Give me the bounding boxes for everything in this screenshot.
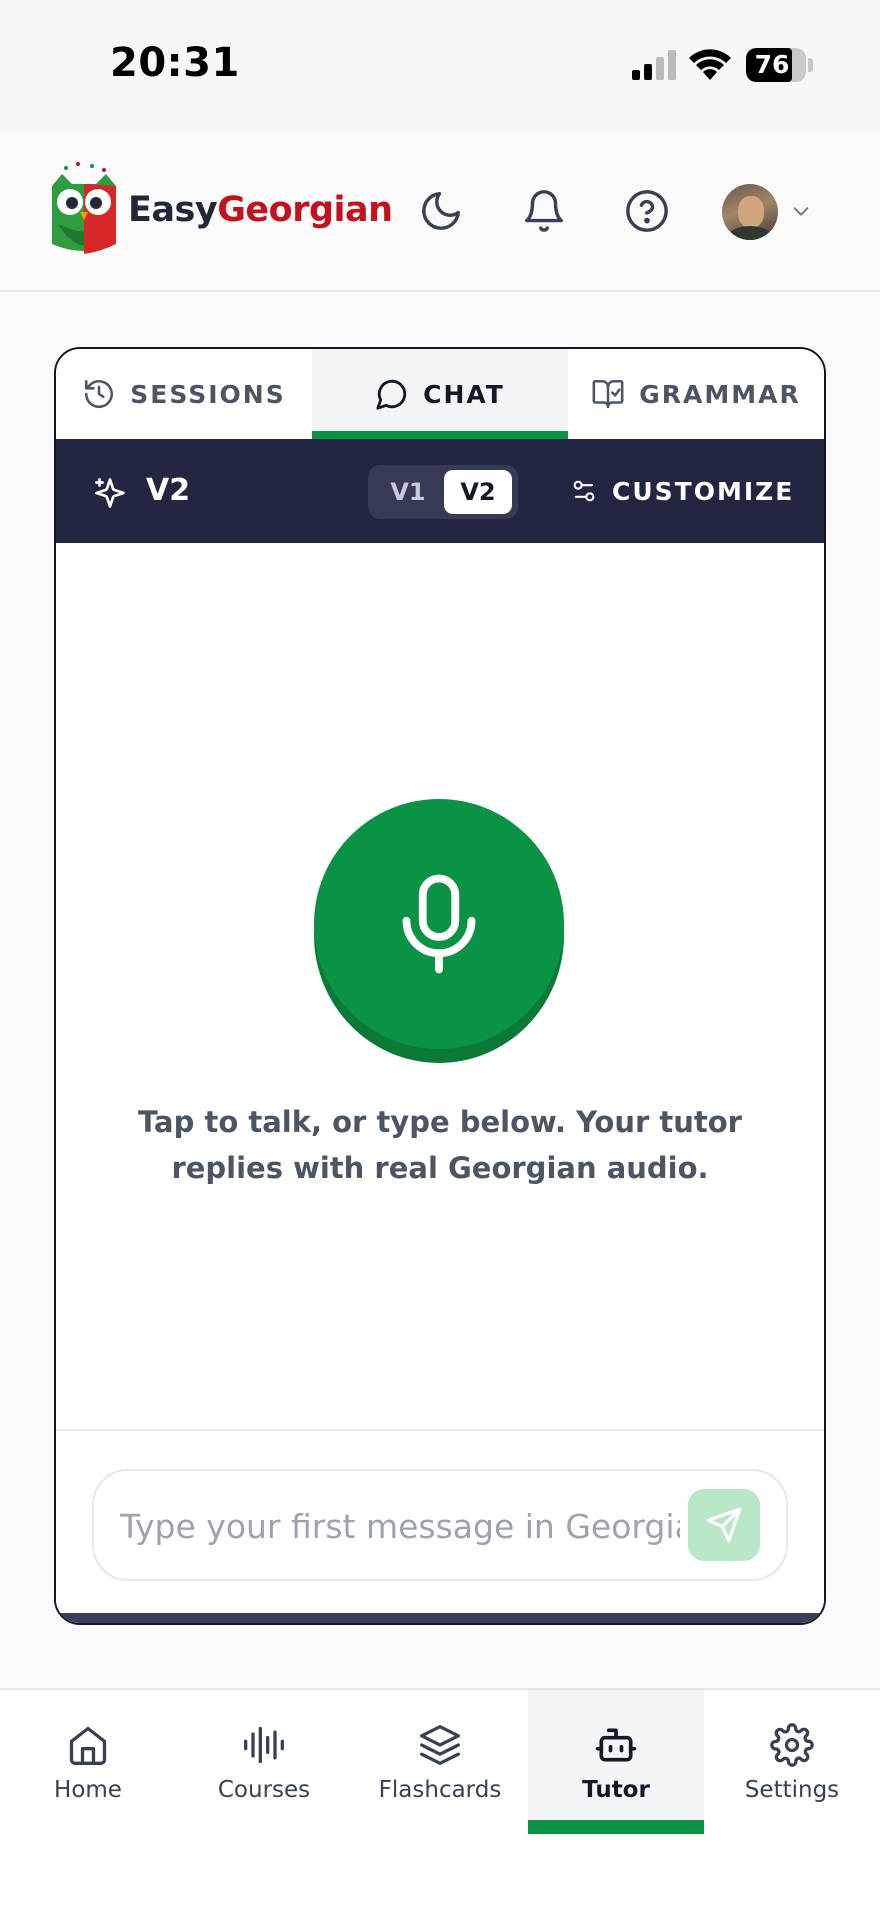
battery-indicator: 76 <box>746 48 806 82</box>
message-input-wrapper <box>92 1469 788 1581</box>
nav-settings-label: Settings <box>744 1777 840 1803</box>
cellular-signal-icon <box>632 50 676 80</box>
nav-flashcards[interactable]: Flashcards <box>352 1690 528 1836</box>
tutor-card: SESSIONS CHAT GRAMMAR V2 V1 V2 CUSTOMIZE… <box>54 347 826 1625</box>
customize-button[interactable]: CUSTOMIZE <box>570 469 794 513</box>
nav-home-label: Home <box>54 1777 122 1803</box>
chat-toolbar: V2 V1 V2 CUSTOMIZE <box>56 439 824 543</box>
nav-settings[interactable]: Settings <box>704 1690 880 1836</box>
nav-courses-label: Courses <box>217 1777 311 1803</box>
tab-chat-label: CHAT <box>423 379 505 409</box>
nav-active-indicator <box>528 1820 704 1834</box>
owl-logo-icon[interactable] <box>48 162 120 258</box>
status-time: 20:31 <box>110 40 240 86</box>
nav-home[interactable]: Home <box>0 1690 176 1836</box>
tab-grammar-label: GRAMMAR <box>639 379 801 409</box>
chat-hint: Tap to talk, or type below. Your tutor r… <box>138 1105 742 1185</box>
mic-button[interactable] <box>314 799 564 1049</box>
help-circle-icon[interactable] <box>624 188 670 234</box>
bell-icon[interactable] <box>521 188 567 234</box>
status-bar: 20:31 76 <box>0 0 880 130</box>
avatar[interactable] <box>722 184 778 240</box>
nav-flashcards-label: Flashcards <box>378 1777 502 1803</box>
version-toggle: V1 V2 <box>368 465 518 519</box>
version-label: V2 <box>146 473 191 508</box>
history-icon <box>85 379 114 409</box>
brand-name: EasyGeorgian <box>128 190 393 230</box>
nav-tutor[interactable]: Tutor <box>528 1690 704 1836</box>
moon-icon[interactable] <box>418 188 464 234</box>
wifi-icon <box>689 49 731 80</box>
tab-sessions-label: SESSIONS <box>130 379 286 409</box>
avatar-face <box>738 196 764 228</box>
chat-bubble-icon <box>376 379 407 410</box>
customize-label: CUSTOMIZE <box>612 476 795 506</box>
tab-active-indicator <box>312 431 568 439</box>
version-v2-button[interactable]: V2 <box>444 470 512 514</box>
tab-chat[interactable]: CHAT <box>312 349 568 439</box>
sparkle-icon <box>95 478 125 508</box>
brand-part-georgian: Georgian <box>217 190 393 230</box>
app-header: EasyGeorgian <box>0 130 880 292</box>
bottom-nav: Home Courses Flashcards Tutor Settings <box>0 1688 880 1908</box>
message-composer <box>56 1431 824 1611</box>
home-icon <box>69 1726 107 1765</box>
send-button[interactable] <box>688 1489 760 1561</box>
tab-sessions[interactable]: SESSIONS <box>56 349 312 439</box>
book-check-icon <box>592 379 624 409</box>
tab-grammar[interactable]: GRAMMAR <box>568 349 824 439</box>
chevron-down-icon[interactable] <box>790 200 812 222</box>
chat-body: Tap to talk, or type below. Your tutor r… <box>56 543 824 1431</box>
send-icon <box>706 1507 742 1543</box>
tab-bar: SESSIONS CHAT GRAMMAR <box>56 349 824 439</box>
layers-icon <box>420 1725 460 1765</box>
sliders-icon <box>573 480 595 502</box>
version-v1-button[interactable]: V1 <box>374 470 442 514</box>
message-input[interactable] <box>120 1497 680 1555</box>
battery-tip <box>808 58 813 72</box>
battery-percent: 76 <box>754 50 790 79</box>
nav-courses[interactable]: Courses <box>176 1690 352 1836</box>
nav-tutor-label: Tutor <box>582 1777 650 1803</box>
audio-wave-icon <box>244 1726 284 1764</box>
card-bottom-bar <box>56 1613 824 1623</box>
microphone-icon <box>402 874 476 974</box>
avatar-shirt <box>728 226 772 240</box>
brand-part-easy: Easy <box>128 190 218 230</box>
bot-icon <box>595 1728 637 1762</box>
gear-icon <box>770 1723 814 1767</box>
